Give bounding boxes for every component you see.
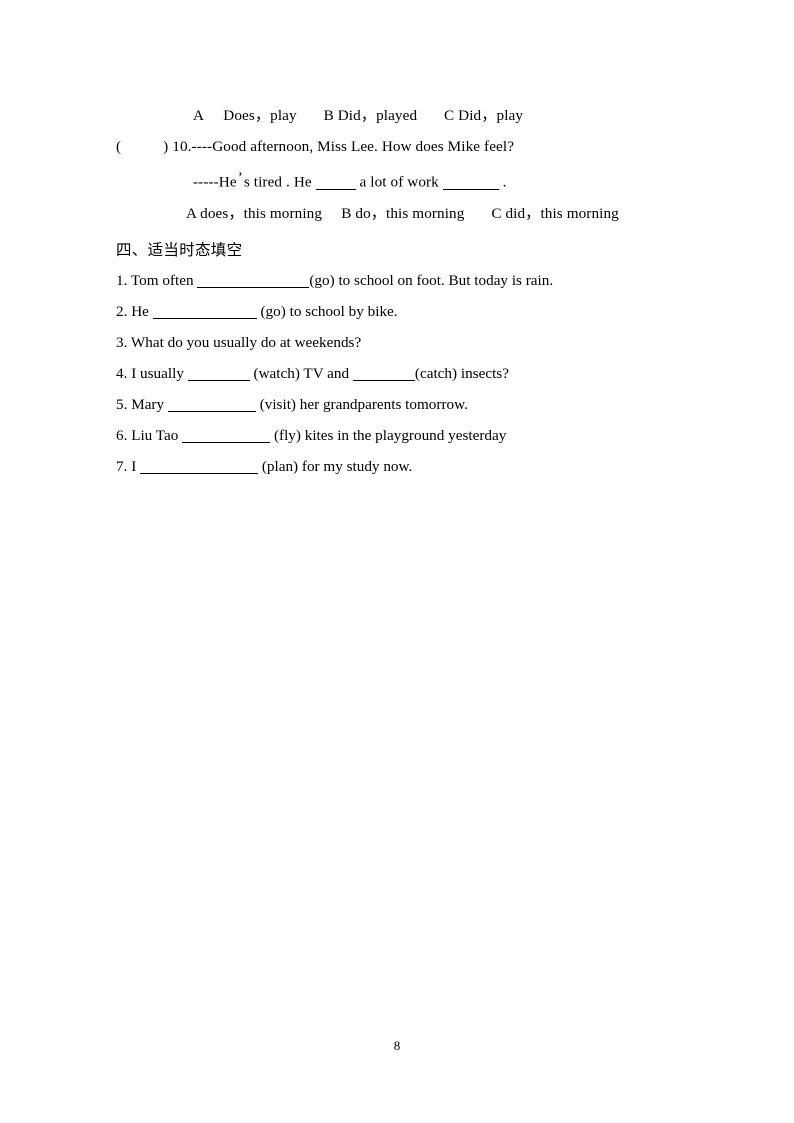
question-10-blank-1[interactable]: [315, 174, 356, 190]
fill-item-6: 6. Liu Tao (fly) kites in the playground…: [116, 420, 678, 451]
fill-item-5-before: Mary: [127, 395, 168, 413]
fill-item-1-number: 1.: [116, 271, 128, 289]
worksheet-page: A Does，play B Did，played C Did，play () 1…: [0, 0, 794, 1123]
question-10-prompt-line: () 10.----Good afternoon, Miss Lee. How …: [116, 131, 678, 162]
fill-item-7-number: 7.: [116, 457, 128, 475]
fill-item-3: 3. What do you usually do at weekends?: [116, 327, 678, 358]
fill-item-1-after: (go) to school on foot. But today is rai…: [309, 271, 554, 289]
fill-item-1: 1. Tom often (go) to school on foot. But…: [116, 265, 678, 296]
section-four-heading: 四、适当时态填空: [116, 240, 243, 259]
fill-item-6-after: (fly) kites in the playground yesterday: [270, 426, 507, 444]
fill-item-2-blank[interactable]: [152, 303, 257, 319]
fill-item-7-before: I: [127, 457, 141, 475]
question-10-options-line: A does，this morning B do，this morning C …: [186, 204, 619, 222]
page-content: A Does，play B Did，played C Did，play () 1…: [116, 100, 678, 482]
fill-item-6-number: 6.: [116, 426, 128, 444]
fill-item-4: 4. I usually (watch) TV and (catch) inse…: [116, 358, 678, 389]
fill-item-6-blank[interactable]: [182, 427, 271, 443]
fill-item-4-number: 4.: [116, 364, 128, 382]
fill-item-7-blank[interactable]: [140, 458, 259, 474]
fill-item-4-blank-2[interactable]: [352, 365, 415, 381]
question-10-answer-dashes: -----: [193, 173, 219, 191]
fill-item-3-number: 3.: [116, 333, 128, 351]
question-10-number: 10.: [172, 138, 192, 155]
page-number: 8: [393, 1038, 401, 1053]
fill-item-4-before: I usually: [127, 364, 188, 382]
fill-item-5-after: (visit) her grandparents tomorrow.: [255, 395, 468, 413]
fill-item-1-before: Tom often: [127, 271, 198, 289]
question-10-answer-text-b: a lot of work: [355, 173, 443, 191]
fill-item-5-number: 5.: [116, 395, 128, 413]
fill-item-4-after: (catch) insects?: [414, 364, 509, 382]
fill-item-7: 7. I (plan) for my study now.: [116, 451, 678, 482]
question-10-answer-text-c: .: [498, 173, 507, 191]
carryover-options-line: A Does，play B Did，played C Did，play: [193, 107, 524, 124]
fill-item-4-mid: (watch) TV and: [249, 364, 353, 382]
fill-item-4-blank-1[interactable]: [187, 365, 250, 381]
question-10-answer-line: -----He’s tired . He a lot of work .: [116, 162, 678, 198]
question-10-prompt-dashes: ----: [191, 138, 213, 155]
question-10-blank-2[interactable]: [442, 174, 499, 190]
fill-item-2-after: (go) to school by bike.: [256, 302, 398, 320]
question-10-answer-he: He: [218, 173, 237, 191]
fill-item-2: 2. He (go) to school by bike.: [116, 296, 678, 327]
question-10-prompt-text: Good afternoon, Miss Lee. How does Mike …: [212, 138, 515, 155]
fill-item-2-number: 2.: [116, 302, 128, 320]
fill-item-7-after: (plan) for my study now.: [258, 457, 413, 475]
apostrophe-glyph: ’: [237, 169, 243, 186]
fill-item-5: 5. Mary (visit) her grandparents tomorro…: [116, 389, 678, 420]
fill-item-3-before: What do you usually do at weekends?: [127, 333, 362, 351]
fill-item-6-before: Liu Tao: [127, 426, 183, 444]
fill-item-2-before: He: [127, 302, 153, 320]
answer-bracket-open: (: [116, 138, 122, 155]
fill-item-5-blank[interactable]: [167, 396, 256, 412]
fill-item-1-blank[interactable]: [197, 272, 310, 288]
question-10-answer-text-a: s tired . He: [243, 173, 316, 191]
